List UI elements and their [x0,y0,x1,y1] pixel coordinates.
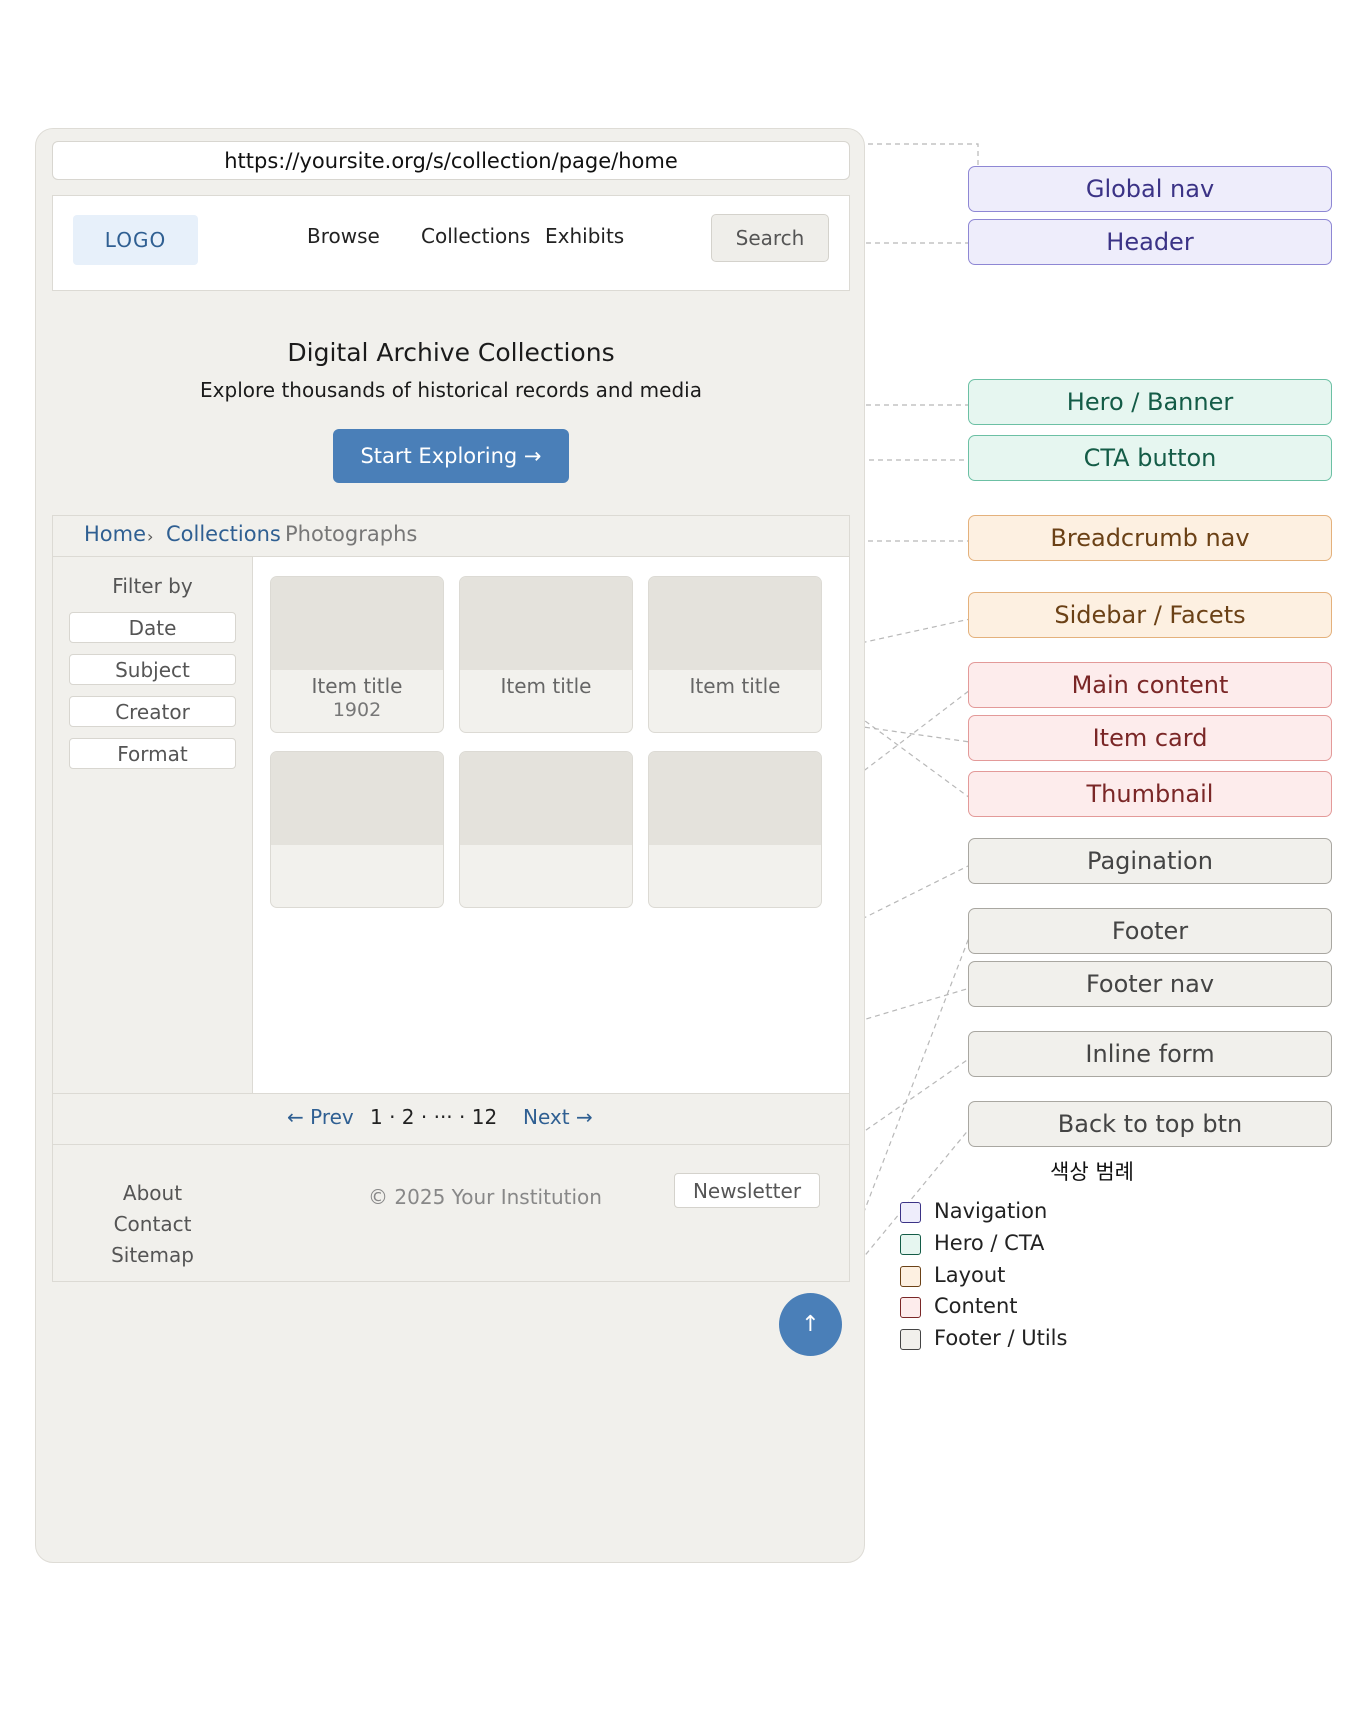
label-item-card: Item card [968,715,1332,761]
back-to-top-button: ↑ [779,1293,842,1356]
nav-browse: Browse [307,224,380,248]
legend-swatch-footer [900,1329,921,1350]
footer-nav-sitemap: Sitemap [111,1243,194,1267]
facet-creator: Creator [69,696,236,727]
label-footer: Footer [968,908,1332,954]
legend-item-navigation: Navigation [934,1199,1048,1223]
thumbnail [460,752,632,845]
search-box: Search [711,214,829,262]
label-inline-form: Inline form [968,1031,1332,1077]
cta-button: Start Exploring → [333,429,569,483]
label-cta: CTA button [968,435,1332,481]
hero-title: Digital Archive Collections [287,338,615,367]
item-card: Item title [648,576,822,733]
label-breadcrumb: Breadcrumb nav [968,515,1332,561]
nav-collections: Collections [421,224,531,248]
label-thumbnail: Thumbnail [968,771,1332,817]
pagination-pages: 1 · 2 · ··· · 12 [370,1105,498,1129]
connector-footer [856,934,971,1231]
footer-nav-contact: Contact [113,1212,192,1236]
newsletter-input: Newsletter [674,1173,820,1208]
logo: LOGO [73,215,198,265]
legend-swatch-layout [900,1266,921,1287]
legend-item-layout: Layout [934,1263,1006,1287]
thumbnail [649,577,821,670]
label-main: Main content [968,662,1332,708]
legend-title: 색상 범례 [1050,1160,1134,1184]
pagination-prev: ← Prev [287,1105,354,1129]
breadcrumb-home: Home [84,522,147,546]
item-title: Item title [311,674,403,698]
thumbnail [460,577,632,670]
label-global-nav: Global nav [968,166,1332,212]
thumbnail [649,752,821,845]
pagination-next: Next → [523,1105,593,1129]
breadcrumb-current: Photographs [285,522,418,546]
thumbnail [271,752,443,845]
item-card [270,751,444,908]
label-back-to-top: Back to top btn [968,1101,1332,1147]
legend-swatch-navigation [900,1202,921,1223]
label-sidebar: Sidebar / Facets [968,592,1332,638]
nav-exhibits: Exhibits [545,224,625,248]
legend-item-footer: Footer / Utils [934,1326,1068,1350]
item-card: Item title 1902 [270,576,444,733]
breadcrumb-collections: Collections [166,522,281,546]
legend-item-content: Content [934,1294,1018,1318]
url-bar: https://yoursite.org/s/collection/page/h… [52,141,850,180]
connector-main [856,689,971,777]
legend-swatch-content [900,1297,921,1318]
footer-nav-about: About [122,1181,183,1205]
legend-swatch-hero [900,1234,921,1255]
item-card [648,751,822,908]
legend-item-hero: Hero / CTA [934,1231,1045,1255]
label-header: Header [968,219,1332,265]
label-hero: Hero / Banner [968,379,1332,425]
facet-date: Date [69,612,236,643]
copyright: © 2025 Your Institution [368,1185,602,1209]
filter-title: Filter by [112,574,193,598]
facet-subject: Subject [69,654,236,685]
facet-format: Format [69,738,236,769]
item-title: Item title [500,674,592,698]
item-title: Item title [689,674,781,698]
label-footer-nav: Footer nav [968,961,1332,1007]
thumbnail [271,577,443,670]
hero-subtitle: Explore thousands of historical records … [200,378,702,402]
breadcrumb-separator: › [147,527,154,546]
label-pagination: Pagination [968,838,1332,884]
item-card: Item title [459,576,633,733]
item-card [459,751,633,908]
item-year: 1902 [332,699,382,721]
